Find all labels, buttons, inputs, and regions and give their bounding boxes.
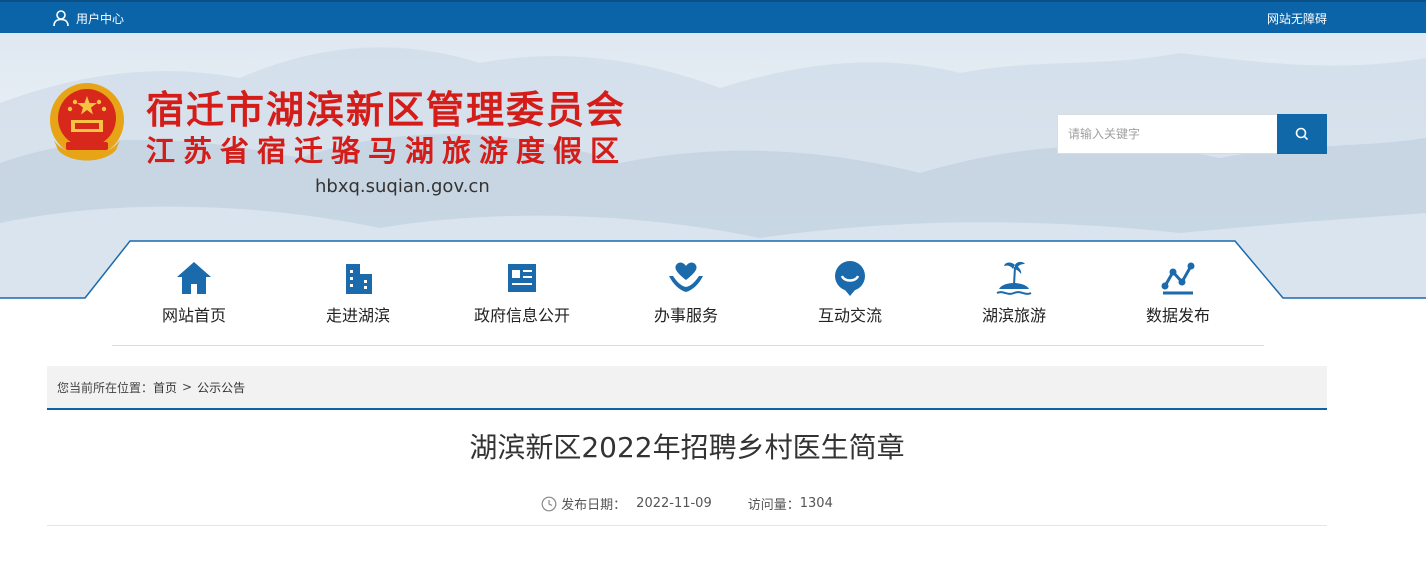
nav-item-gov-info[interactable]: 政府信息公开: [440, 258, 604, 338]
breadcrumb-current-link[interactable]: 公示公告: [197, 379, 245, 396]
breadcrumb-separator: >: [182, 380, 193, 394]
nav-item-interaction[interactable]: 互动交流: [768, 258, 932, 338]
nav-item-home[interactable]: 网站首页: [112, 258, 276, 338]
nav-label: 办事服务: [653, 306, 718, 325]
publish-date: 2022-11-09: [636, 496, 712, 511]
breadcrumb: 您当前所在位置： 首页 > 公示公告: [47, 366, 1327, 410]
document-icon: [508, 264, 536, 292]
site-title: 宿迁市湖滨新区管理委员会: [146, 87, 627, 132]
nav-item-data[interactable]: 数据发布: [1096, 258, 1260, 338]
nav-item-about[interactable]: 走进湖滨: [276, 258, 440, 338]
buildings-icon: [346, 264, 372, 294]
clock-icon: [541, 496, 557, 511]
user-icon: [53, 10, 69, 27]
views-count: 1304: [799, 496, 833, 511]
breadcrumb-prefix: 您当前所在位置：: [57, 380, 154, 395]
article-meta: 发布日期： 2022-11-09 访问量： 1304: [47, 494, 1327, 513]
home-icon: [177, 262, 211, 294]
search-icon: [1295, 127, 1309, 141]
article-divider: [47, 525, 1327, 526]
publish-date-label: 发布日期：: [561, 498, 627, 513]
user-center-link[interactable]: 用户中心: [52, 9, 124, 27]
nav-label: 走进湖滨: [325, 306, 390, 325]
nav-label: 政府信息公开: [473, 306, 570, 325]
search-button[interactable]: [1277, 114, 1327, 154]
top-bar: 用户中心 网站无障碍: [0, 0, 1426, 33]
site-subtitle: 江苏省宿迁骆马湖旅游度假区: [146, 134, 628, 168]
national-emblem-icon: [50, 83, 124, 161]
user-center-label: 用户中心: [76, 11, 125, 26]
island-palm-icon: [996, 261, 1032, 295]
article-title: 湖滨新区2022年招聘乡村医生简章: [469, 431, 905, 464]
nav-item-services[interactable]: 办事服务: [604, 258, 768, 338]
views-label: 访问量：: [747, 498, 800, 513]
nav-label: 网站首页: [161, 306, 226, 325]
accessibility-link[interactable]: 网站无障碍: [1267, 10, 1327, 27]
nav-divider: [112, 345, 1264, 346]
hands-heart-icon: [669, 262, 703, 292]
search-input[interactable]: [1057, 114, 1277, 154]
main-nav: 网站首页 走进湖滨 政府信息公开 办事服务 互动交流 湖滨旅游 数据发布: [112, 258, 1264, 338]
chat-bubble-icon: [835, 261, 865, 296]
search-box: [1057, 114, 1327, 154]
nav-label: 数据发布: [1145, 306, 1210, 325]
nav-item-tourism[interactable]: 湖滨旅游: [932, 258, 1096, 338]
nav-label: 互动交流: [817, 306, 882, 325]
site-domain: hbxq.suqian.gov.cn: [315, 176, 490, 197]
breadcrumb-home-link[interactable]: 首页: [153, 379, 177, 396]
line-chart-icon: [1161, 262, 1195, 295]
nav-label: 湖滨旅游: [981, 306, 1046, 325]
